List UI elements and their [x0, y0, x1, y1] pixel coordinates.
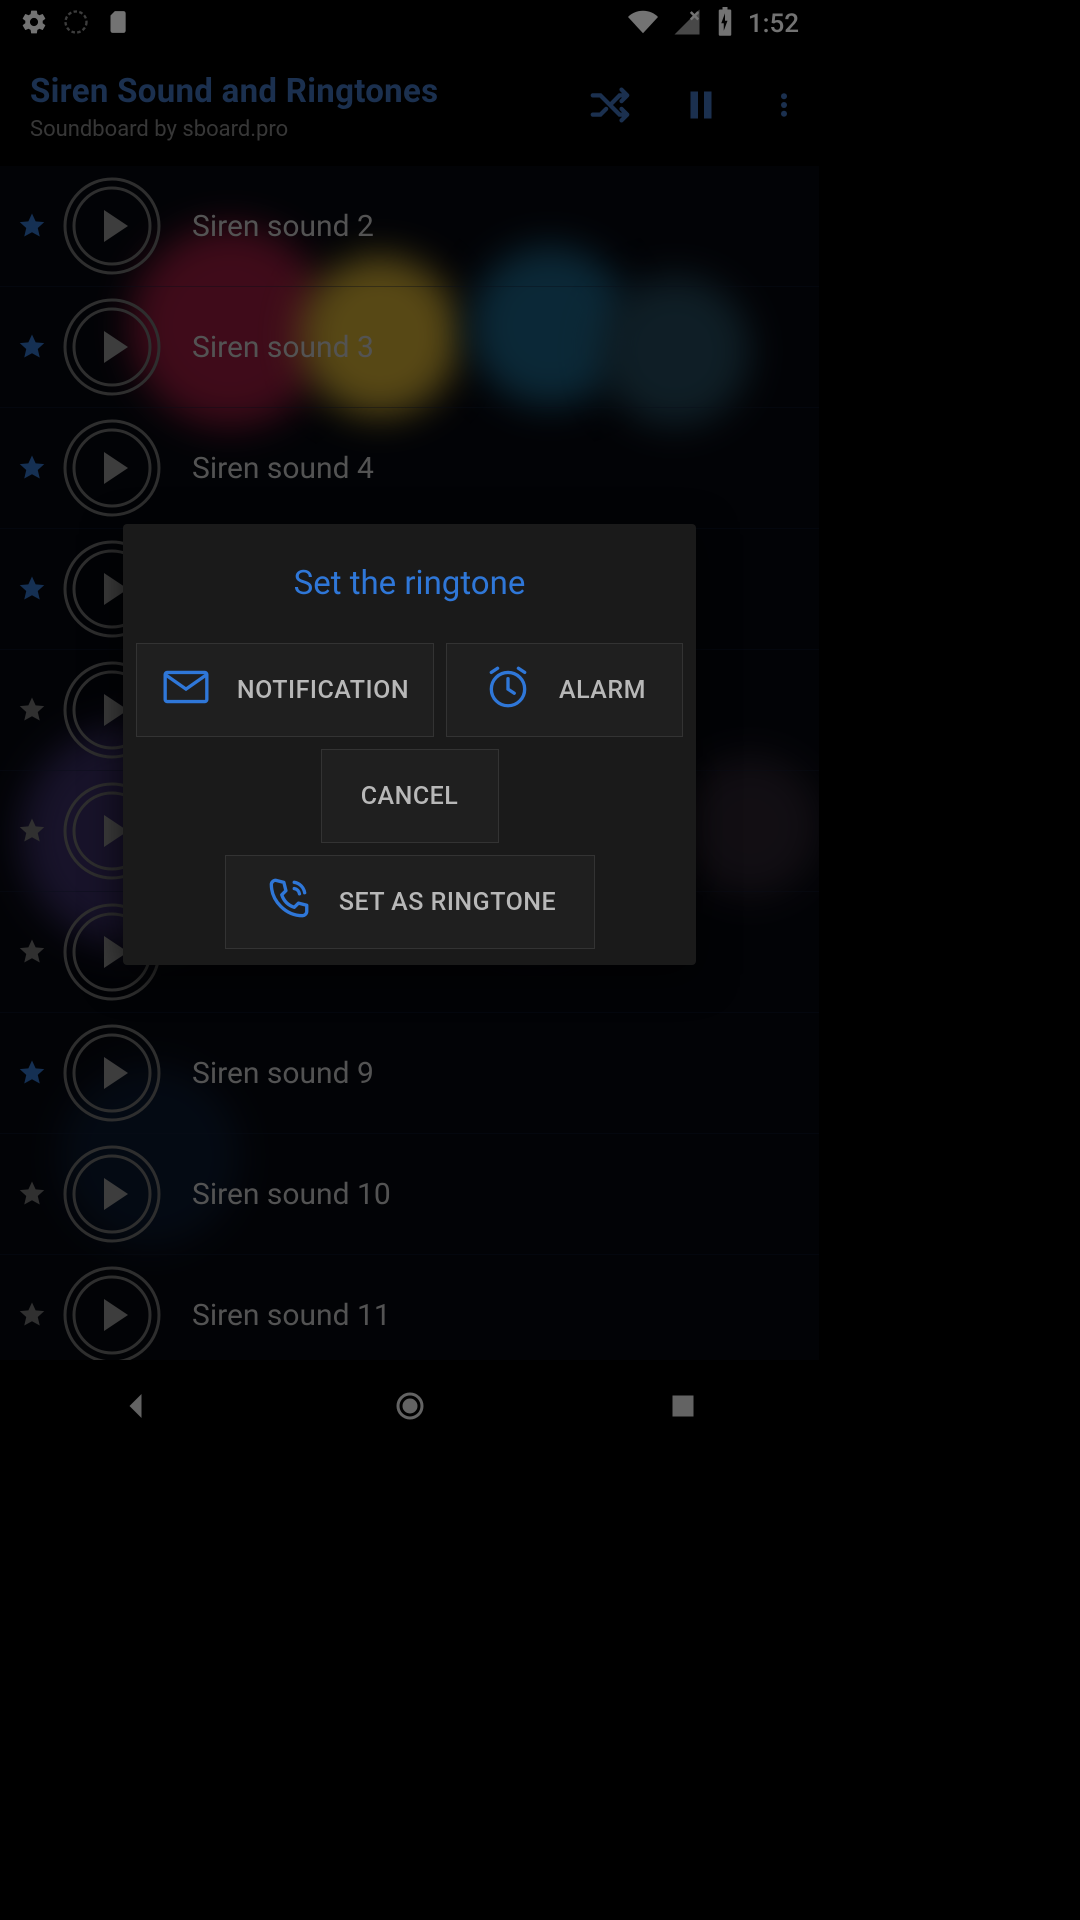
- alarm-button[interactable]: ALARM: [446, 643, 683, 737]
- dialog-title: Set the ringtone: [131, 564, 688, 603]
- ringtone-label: SET AS RINGTONE: [339, 888, 556, 917]
- envelope-icon: [161, 662, 211, 719]
- dialog-buttons: NOTIFICATION ALARM CANCEL SET AS RINGTON…: [131, 643, 688, 953]
- set-as-ringtone-button[interactable]: SET AS RINGTONE: [225, 855, 595, 949]
- alarm-label: ALARM: [559, 676, 646, 705]
- phone-ring-icon: [263, 874, 313, 931]
- alarm-clock-icon: [483, 662, 533, 719]
- cancel-label: CANCEL: [361, 782, 459, 811]
- notification-label: NOTIFICATION: [237, 676, 409, 705]
- notification-button[interactable]: NOTIFICATION: [136, 643, 434, 737]
- cancel-button[interactable]: CANCEL: [321, 749, 499, 843]
- set-ringtone-dialog: Set the ringtone NOTIFICATION ALARM CANC…: [123, 524, 696, 965]
- device-frame: 1:52 Siren Sound and Ringtones Soundboar…: [0, 0, 819, 1456]
